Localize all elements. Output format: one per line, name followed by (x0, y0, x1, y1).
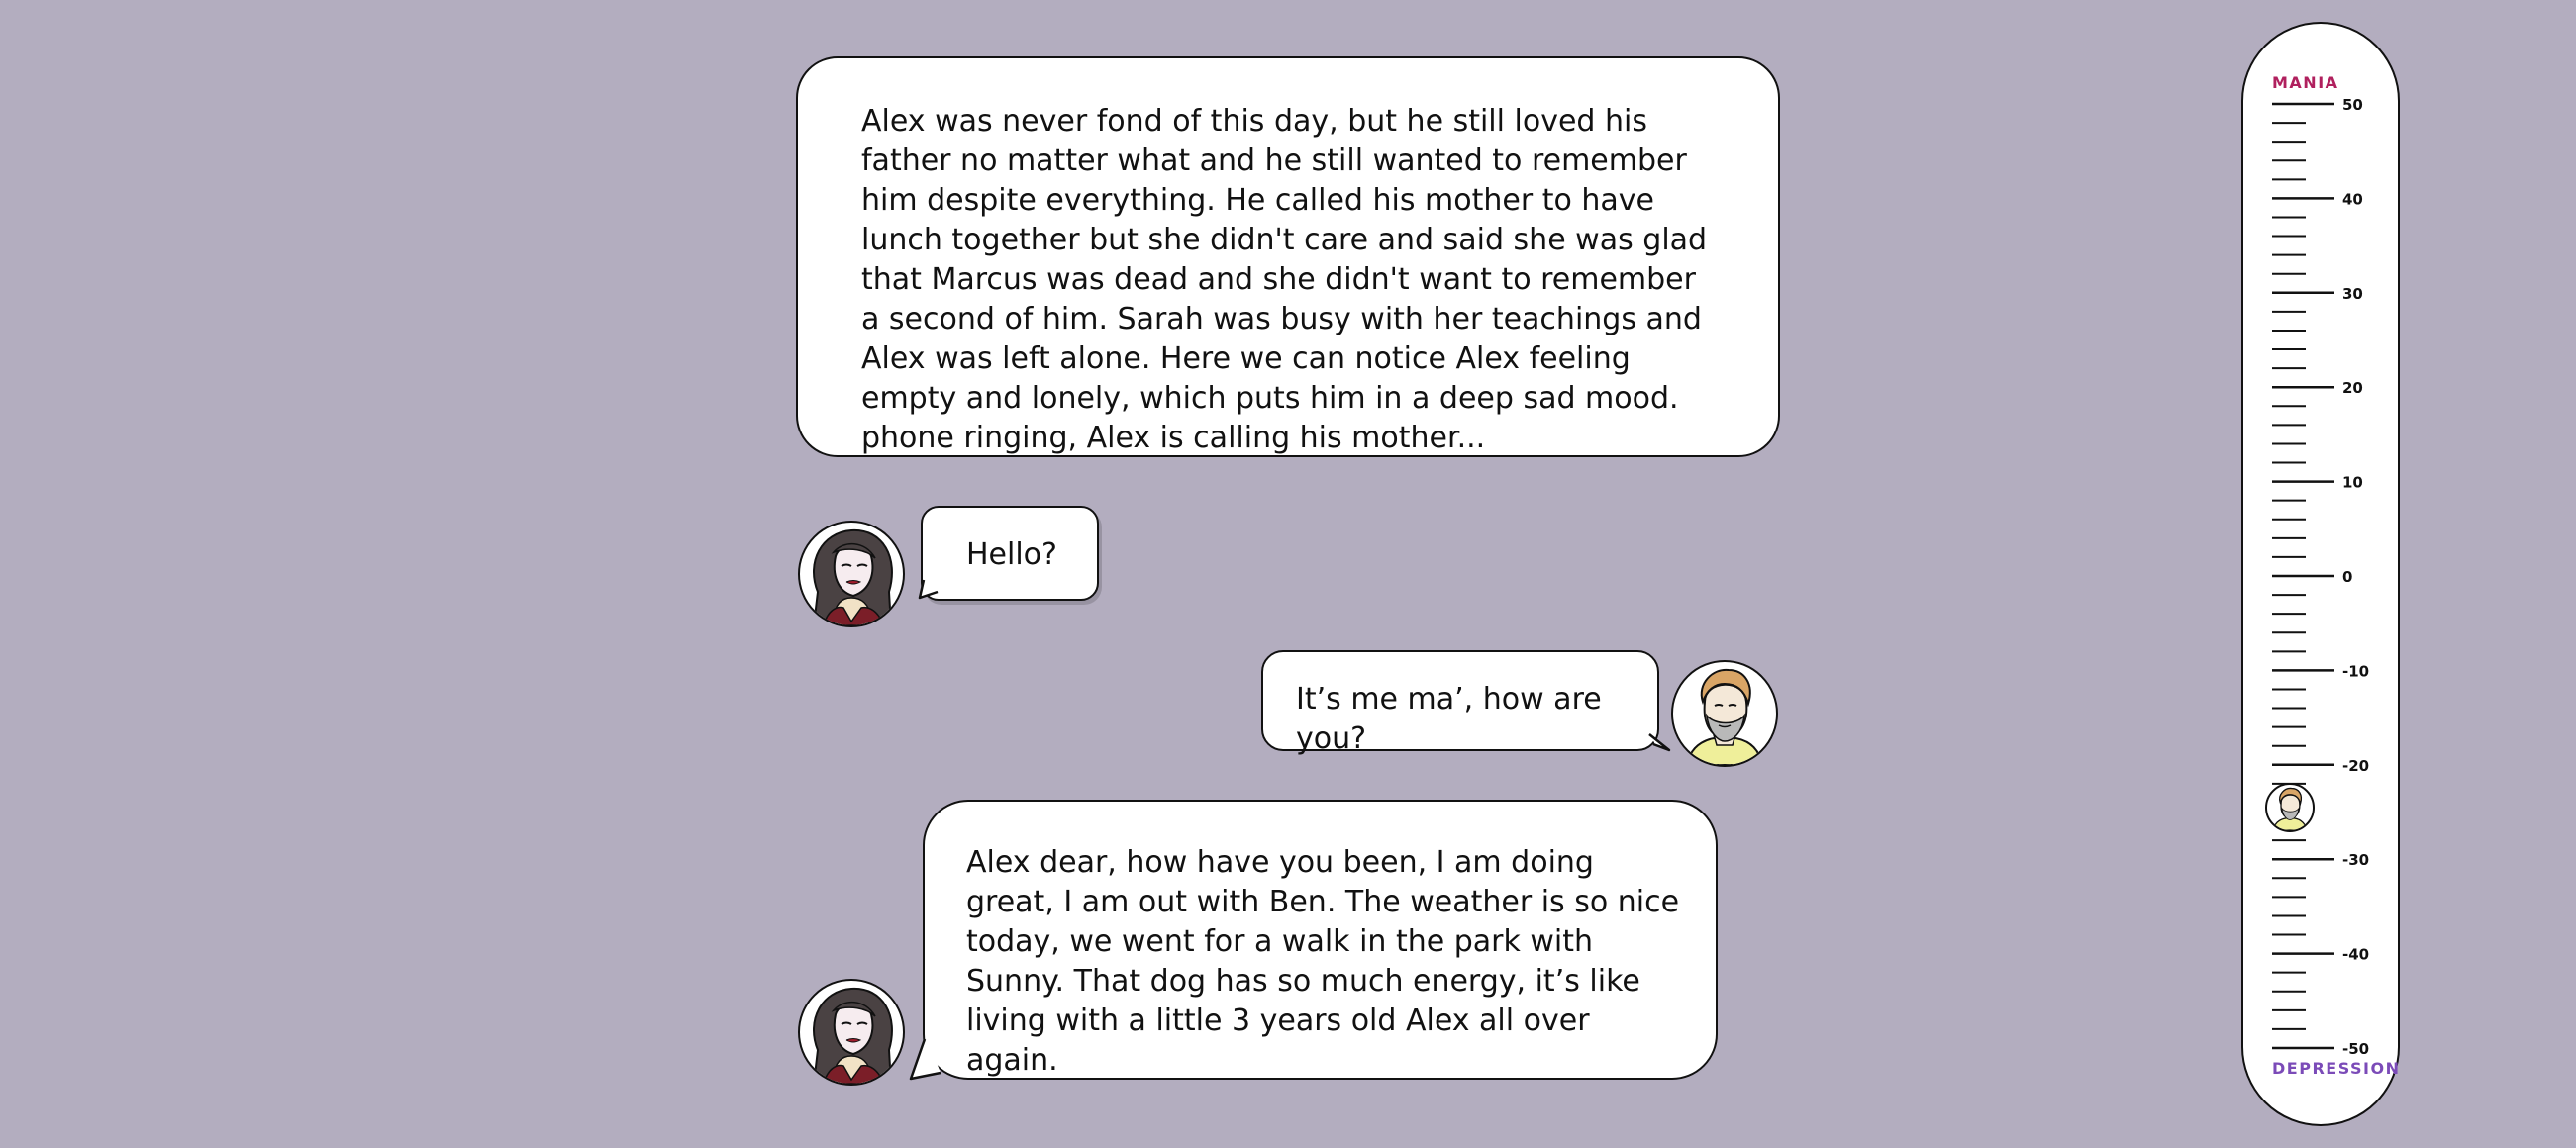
tick-label: 40 (2342, 190, 2363, 208)
tick-label: 10 (2342, 474, 2363, 492)
message-bubble-mother: Alex dear, how have you been, I am doing… (923, 800, 1718, 1080)
tick-label: 50 (2342, 96, 2363, 114)
mood-marker (2265, 783, 2315, 832)
tick-label: -10 (2342, 662, 2369, 680)
woman-portrait-icon (812, 987, 893, 1084)
tick-label: 20 (2342, 379, 2363, 397)
tick-label: -30 (2342, 851, 2369, 869)
alex-avatar (1671, 660, 1778, 767)
bubble-tail (909, 1037, 941, 1081)
tick-label: -20 (2342, 757, 2369, 775)
message-bubble-mother: Hello? (921, 506, 1099, 601)
tick-label: 30 (2342, 285, 2363, 303)
message-text: Hello? (966, 537, 1057, 572)
mother-avatar (798, 521, 905, 627)
narration-box: Alex was never fond of this day, but he … (796, 56, 1780, 457)
bubble-tail (918, 579, 939, 600)
narration-text: Alex was never fond of this day, but he … (861, 104, 1708, 455)
message-bubble-alex: It’s me ma’, how are you? (1261, 650, 1659, 756)
bearded-man-portrait-icon (2272, 787, 2308, 830)
message-text: Alex dear, how have you been, I am doing… (966, 845, 1680, 1078)
mood-meter: MANIA DEPRESSION 50 40 30 20 10 0 -10 -20 -30 -40… (2241, 22, 2400, 1126)
woman-portrait-icon (812, 528, 893, 625)
bearded-man-portrait-icon (1685, 668, 1764, 765)
tick-label: -50 (2342, 1040, 2369, 1058)
tick-label: 0 (2342, 568, 2352, 586)
bubble-tail (1648, 733, 1671, 752)
mood-meter-scale: 50 40 30 20 10 0 -10 -20 -30 -40 -50 (2272, 96, 2369, 1058)
message-text: It’s me ma’, how are you? (1296, 682, 1602, 756)
mother-avatar (798, 979, 905, 1086)
tick-label: -40 (2342, 946, 2369, 964)
